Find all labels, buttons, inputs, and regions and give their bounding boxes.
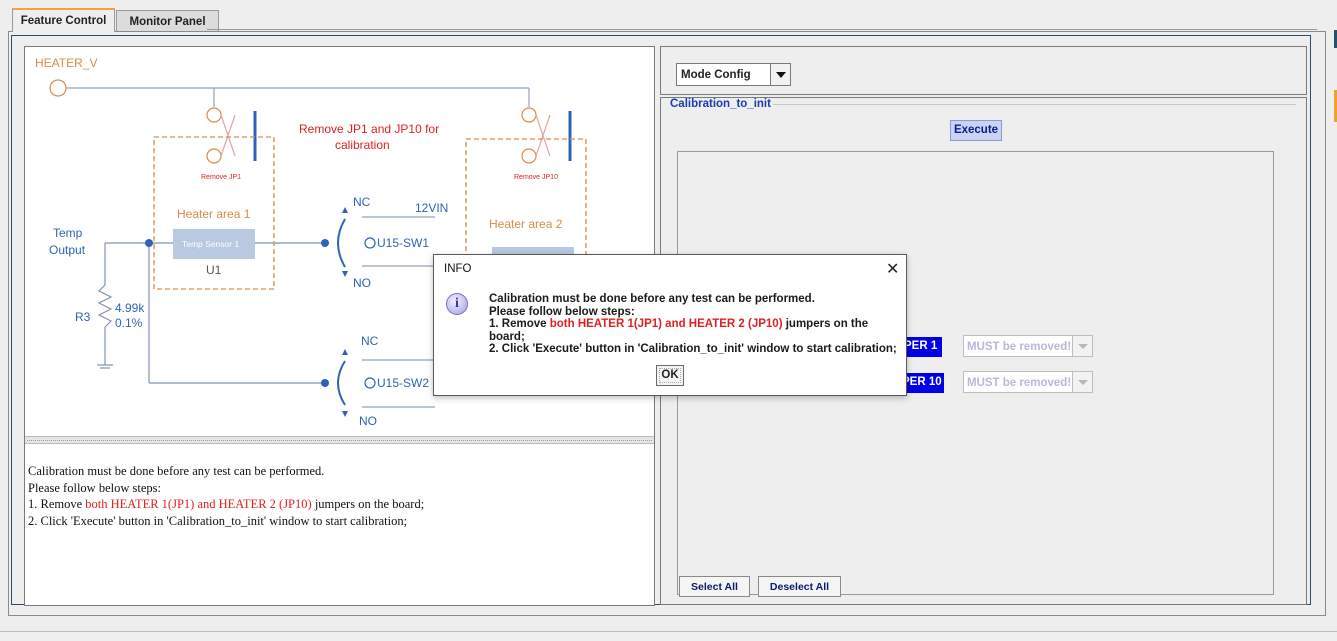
heater-area-1-label: Heater area 1	[177, 207, 251, 221]
status-strip	[0, 631, 1337, 641]
temp-label: Temp	[53, 226, 83, 240]
info-dialog: INFO ✕ i Calibration must be done before…	[433, 254, 907, 396]
notes-line-3: 1. Remove both HEATER 1(JP1) and HEATER …	[28, 497, 425, 511]
r3-value: 4.99k	[115, 301, 145, 315]
dialog-title: INFO	[444, 263, 472, 275]
dialog-line-2: Please follow below steps:	[489, 305, 635, 318]
sw2-nc-label: NC	[361, 334, 379, 348]
sw1-label: U15-SW1	[377, 236, 429, 250]
tab-divider	[207, 29, 1317, 30]
remove-note-line1: Remove JP1 and JP10 for	[299, 122, 439, 136]
heater-area-2-label: Heater area 2	[489, 217, 563, 231]
remove-note-line2: calibration	[335, 138, 390, 152]
dialog-line-4: 2. Click 'Execute' button in 'Calibratio…	[489, 343, 897, 355]
r3-label: R3	[75, 310, 91, 324]
chevron-down-icon[interactable]	[770, 64, 790, 85]
notes-line-4: 2. Click 'Execute' button in 'Calibratio…	[28, 513, 408, 528]
select-all-button[interactable]: Select All	[679, 576, 750, 597]
ok-button[interactable]: OK	[656, 365, 684, 386]
vin-label: 12VIN	[415, 201, 448, 215]
notes-line-2: Please follow below steps:	[28, 480, 161, 495]
dialog-message: Calibration must be done before any test…	[489, 293, 906, 356]
deselect-all-button[interactable]: Deselect All	[758, 576, 841, 597]
tab-monitor-panel[interactable]: Monitor Panel	[116, 10, 219, 32]
remove-jp10-label: Remove JP10	[514, 174, 558, 181]
calibration-notes: Calibration must be done before any test…	[25, 463, 654, 529]
mode-select-value: Mode Config	[681, 69, 751, 81]
u1-label: U1	[206, 263, 222, 277]
temp-sensor-label: Temp Sensor 1	[182, 239, 239, 249]
jumper-1-select[interactable]: MUST be removed!	[963, 335, 1093, 357]
r3-tolerance: 0.1%	[115, 316, 143, 330]
mode-select[interactable]: Mode Config	[676, 63, 791, 86]
dialog-line-1: Calibration must be done before any test…	[489, 293, 815, 305]
chevron-down-icon[interactable]	[1072, 336, 1092, 356]
sw1-nc-label: NC	[353, 195, 371, 209]
info-icon: i	[446, 293, 468, 315]
sw2-no-label: NO	[359, 414, 377, 428]
tab-feature-control[interactable]: Feature Control	[12, 8, 115, 32]
heater-v-label: HEATER_V	[35, 56, 97, 70]
jumper-10-select[interactable]: MUST be removed!	[963, 371, 1093, 393]
dialog-line-3: 1. Remove both HEATER 1(JP1) and HEATER …	[489, 318, 869, 343]
jumper-10-select-value: MUST be removed!	[967, 377, 1072, 389]
chevron-down-icon[interactable]	[1072, 372, 1092, 392]
calibration-group-title: Calibration_to_init	[668, 98, 773, 110]
sw1-no-label: NO	[353, 276, 371, 290]
jumper-1-select-value: MUST be removed!	[967, 341, 1072, 353]
remove-jp1-label: Remove JP1	[201, 174, 241, 181]
panel-splitter[interactable]	[25, 436, 654, 444]
execute-button[interactable]: Execute	[950, 120, 1002, 141]
sw2-label: U15-SW2	[377, 376, 429, 390]
close-icon[interactable]: ✕	[886, 259, 899, 279]
output-label: Output	[49, 243, 86, 257]
notes-line-1: Calibration must be done before any test…	[28, 464, 325, 478]
